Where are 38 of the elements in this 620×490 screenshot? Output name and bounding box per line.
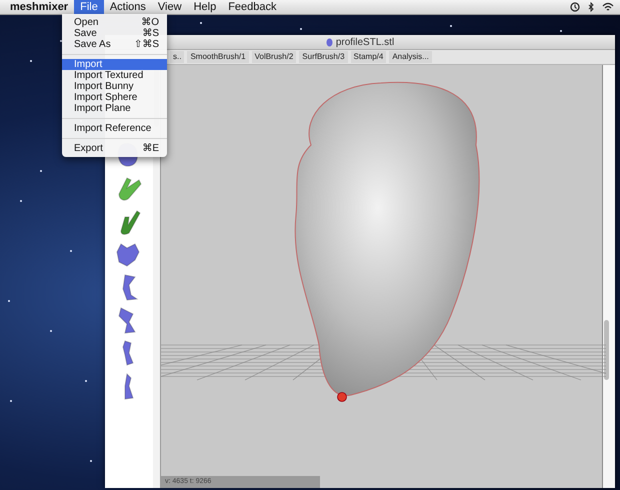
shortcut-label: ⇧⌘S	[134, 39, 159, 50]
menu-item-label: Import	[74, 59, 104, 70]
menu-item[interactable]: Save As ⇧⌘S	[62, 39, 167, 50]
tool-button[interactable]: Stamp/4	[350, 51, 386, 63]
menu-title[interactable]: Feedback	[222, 0, 282, 14]
shortcut-label: ⌘O	[141, 17, 159, 28]
clock-icon[interactable]	[570, 2, 580, 12]
menu-item-label: Import Bunny	[74, 81, 134, 92]
tool-button[interactable]: VolBrush/2	[252, 51, 296, 63]
menu-title[interactable]: Actions	[104, 0, 152, 14]
menu-item-label: Import Plane	[74, 103, 132, 114]
marker-dot[interactable]	[337, 392, 347, 402]
file-icon	[326, 38, 333, 46]
menu-item-label: Import Reference	[74, 123, 152, 134]
wifi-icon[interactable]	[602, 2, 614, 12]
window-title: profileSTL.stl	[336, 36, 394, 48]
bluetooth-icon[interactable]	[588, 2, 594, 12]
menu-item[interactable]: Import	[62, 59, 167, 70]
menu-item-label: Save	[74, 28, 98, 39]
menu-item[interactable]: Open ⌘O	[62, 17, 167, 28]
menu-item-label: Import Textured	[74, 70, 144, 81]
tool-button[interactable]: SurfBrush/3	[299, 51, 348, 63]
tool-button[interactable]: SmoothBrush/1	[187, 51, 249, 63]
shortcut-label: ⌘E	[142, 143, 159, 154]
menu-item-label: Save As	[74, 39, 112, 50]
menu-title[interactable]: View	[152, 0, 188, 14]
scrollbar[interactable]	[602, 65, 615, 488]
menu-item-label: Open	[74, 17, 100, 28]
menu-item-label: Import Sphere	[74, 92, 138, 103]
menu-title[interactable]: Help	[188, 0, 222, 14]
tool-button[interactable]: Analysis...	[389, 51, 432, 63]
menu-title[interactable]: File	[74, 0, 104, 14]
scroll-thumb[interactable]	[604, 320, 609, 380]
app-menu[interactable]: meshmixer	[4, 1, 74, 13]
shortcut-label: ⌘S	[142, 28, 159, 39]
menu-item[interactable]: Save ⌘S	[62, 28, 167, 39]
menu-item-label: Export	[74, 143, 104, 154]
tool-button[interactable]: s..	[170, 51, 184, 63]
